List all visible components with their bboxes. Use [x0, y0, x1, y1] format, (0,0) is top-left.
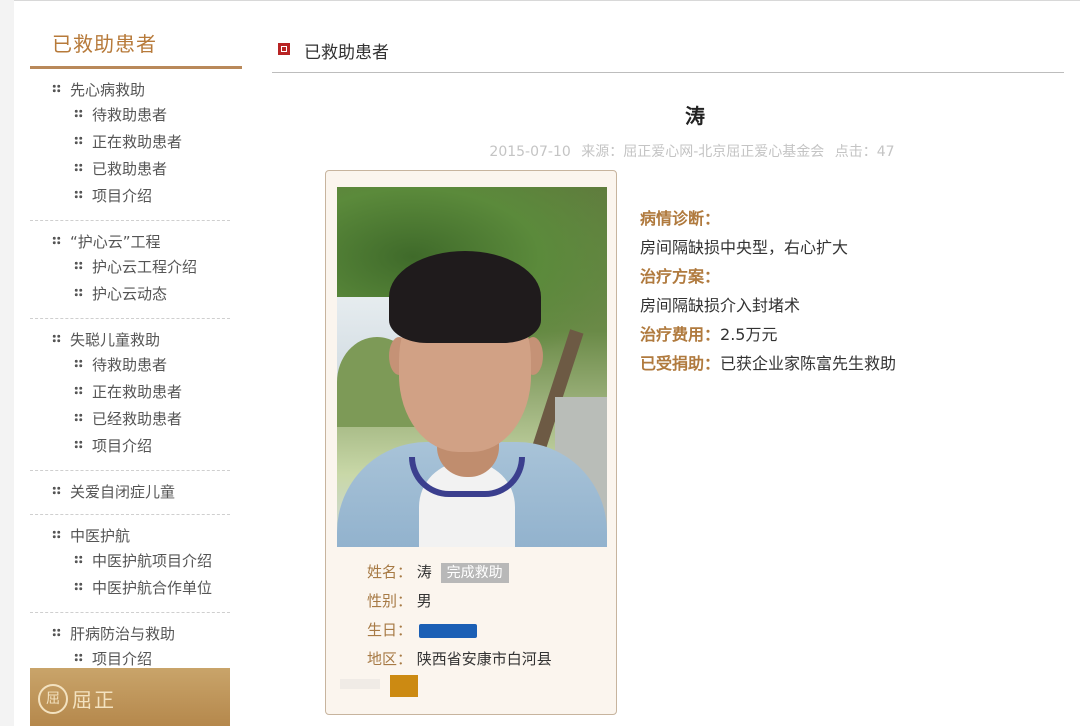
- gender-value: 男: [416, 592, 432, 610]
- aid-text: 已获企业家陈富先生救助: [720, 354, 897, 373]
- article-title: 涛: [685, 104, 705, 128]
- treatment-text: 房间隔缺损介入封堵术: [640, 296, 801, 315]
- bullet-icon: [74, 288, 83, 297]
- bullet-icon: [74, 359, 83, 368]
- name-label: 姓名：: [367, 563, 413, 581]
- bullet-icon: [52, 530, 61, 539]
- sidebar-item-deaf-in-progress[interactable]: 正在救助患者: [30, 379, 230, 406]
- bullet-icon: [52, 628, 61, 637]
- patient-photo: [337, 187, 607, 547]
- sidebar-item-deaf-intro[interactable]: 项目介绍: [30, 433, 230, 460]
- bullet-icon: [52, 84, 61, 93]
- sidebar-item-tcm[interactable]: 中医护航: [30, 524, 230, 548]
- sidebar-item-heart-cloud[interactable]: “护心云”工程: [30, 230, 230, 254]
- bullet-icon: [74, 555, 83, 564]
- redaction-mark: [418, 623, 477, 638]
- bullet-icon: [74, 136, 83, 145]
- article-date: 2015-07-10: [489, 144, 571, 160]
- treatment-label: 治疗方案：: [640, 267, 721, 286]
- sidebar-item-in-progress-patients[interactable]: 正在救助患者: [30, 129, 230, 156]
- bullet-icon: [52, 236, 61, 245]
- sidebar-title: 已救助患者: [30, 28, 242, 69]
- sidebar-item-deaf-waiting[interactable]: 待救助患者: [30, 352, 230, 379]
- bullet-icon: [74, 653, 83, 662]
- sidebar-item-waiting-patients[interactable]: 待救助患者: [30, 102, 230, 129]
- sidebar-item-heart-cloud-intro[interactable]: 护心云工程介绍: [30, 254, 230, 281]
- patient-gender-row: 性别： 男: [367, 587, 552, 616]
- bullet-icon: [52, 486, 61, 495]
- banner-text: 屈正: [72, 688, 116, 712]
- name-value: 涛: [416, 563, 432, 581]
- treatment-details: 病情诊断： 房间隔缺损中央型，右心扩大 治疗方案： 房间隔缺损介入封堵术 治疗费…: [640, 204, 896, 378]
- bullet-icon: [52, 334, 61, 343]
- bullet-icon: [74, 190, 83, 199]
- section-header: 已救助患者: [272, 34, 1064, 73]
- patient-birthday-row: 生日：: [367, 616, 552, 645]
- aid-label: 已受捐助：: [640, 354, 721, 373]
- sidebar-item-tcm-partners[interactable]: 中医护航合作单位: [30, 575, 230, 602]
- region-value: 陕西省安康市白河县: [416, 650, 552, 668]
- sidebar-group-tcm: 中医护航 中医护航项目介绍 中医护航合作单位: [30, 515, 230, 613]
- bullet-icon: [74, 440, 83, 449]
- patient-region-row: 地区： 陕西省安康市白河县: [367, 645, 552, 674]
- bullet-icon: [74, 582, 83, 591]
- faded-area: [340, 679, 380, 689]
- left-page-margin: [0, 0, 14, 726]
- bullet-icon: [74, 413, 83, 422]
- bullet-icon: [74, 386, 83, 395]
- foundation-logo-icon: 屈: [38, 684, 68, 714]
- redaction-mark-orange: [390, 675, 418, 697]
- sidebar-item-autism[interactable]: 关爱自闭症儿童: [30, 480, 230, 504]
- gender-label: 性别：: [367, 592, 413, 610]
- patient-card: 姓名： 涛 完成救助 性别： 男 生日： 地区： 陕西省安康市白河县: [325, 170, 617, 715]
- birthday-label: 生日：: [367, 621, 413, 639]
- sidebar-item-heart-cloud-news[interactable]: 护心云动态: [30, 281, 230, 308]
- sidebar-item-chd-aid[interactable]: 先心病救助: [30, 78, 230, 102]
- article-source: 来源：屈正爱心网-北京屈正爱心基金会: [581, 144, 825, 160]
- sidebar-item-helped-patients[interactable]: 已救助患者: [30, 156, 230, 183]
- diagnosis-label: 病情诊断：: [640, 209, 721, 228]
- status-badge: 完成救助: [440, 563, 509, 583]
- sidebar-item-liver[interactable]: 肝病防治与救助: [30, 622, 230, 646]
- patient-info: 姓名： 涛 完成救助 性别： 男 生日： 地区： 陕西省安康市白河县: [367, 558, 552, 674]
- sidebar-group-autism: 关爱自闭症儿童: [30, 471, 230, 515]
- cost-label: 治疗费用：: [640, 325, 721, 344]
- sidebar-item-tcm-intro[interactable]: 中医护航项目介绍: [30, 548, 230, 575]
- diagnosis-text: 房间隔缺损中央型，右心扩大: [640, 238, 849, 257]
- section-title: 已救助患者: [304, 43, 389, 63]
- bullet-icon: [74, 261, 83, 270]
- section-marker-icon: [278, 43, 290, 55]
- sidebar-banner[interactable]: 屈 屈正: [30, 668, 230, 726]
- sidebar-group-chd: 先心病救助 待救助患者 正在救助患者 已救助患者 项目介绍: [30, 69, 230, 221]
- sidebar-group-deaf-children: 失聪儿童救助 待救助患者 正在救助患者 已经救助患者 项目介绍: [30, 319, 230, 471]
- sidebar-item-deaf-helped[interactable]: 已经救助患者: [30, 406, 230, 433]
- sidebar: 已救助患者 先心病救助 待救助患者 正在救助患者 已救助患者 项目介绍 “护心云…: [30, 28, 242, 684]
- sidebar-item-project-intro[interactable]: 项目介绍: [30, 183, 230, 210]
- bullet-icon: [74, 109, 83, 118]
- region-label: 地区：: [367, 650, 413, 668]
- patient-name-row: 姓名： 涛 完成救助: [367, 558, 552, 587]
- cost-text: 2.5万元: [720, 325, 778, 344]
- top-border: [0, 0, 1080, 1]
- article-clicks: 点击：47: [834, 144, 895, 160]
- sidebar-item-deaf-children[interactable]: 失聪儿童救助: [30, 328, 230, 352]
- article-meta: 2015-07-10 来源：屈正爱心网-北京屈正爱心基金会 点击：47: [430, 141, 960, 161]
- bullet-icon: [74, 163, 83, 172]
- sidebar-group-heart-cloud: “护心云”工程 护心云工程介绍 护心云动态: [30, 221, 230, 319]
